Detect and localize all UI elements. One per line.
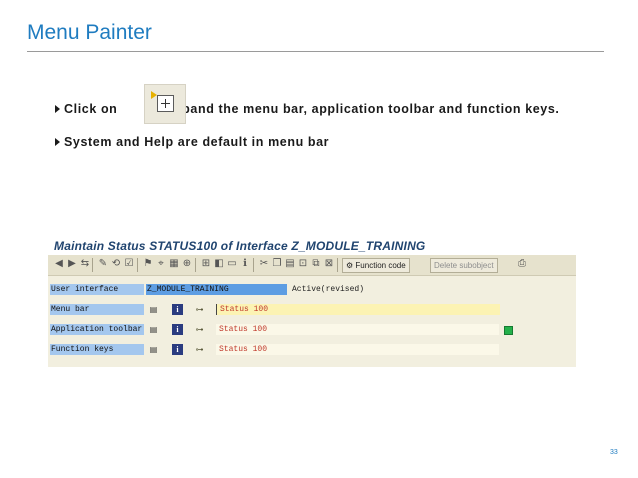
list-icon[interactable]: ▤ bbox=[148, 324, 159, 335]
page-number: 33 bbox=[610, 449, 618, 456]
back-arrow-icon[interactable]: ◀ bbox=[53, 258, 65, 270]
row-user-interface: User interface Z_MODULE_TRAINING Active(… bbox=[48, 284, 576, 296]
application-toolbar-label: Application toolbar bbox=[50, 324, 144, 335]
copy-icon[interactable]: ❐ bbox=[271, 258, 283, 270]
status-indicator-icon bbox=[504, 326, 513, 335]
slide-title: Menu Painter bbox=[27, 21, 152, 44]
activate-icon[interactable]: ⚑ bbox=[142, 258, 154, 270]
display-object-icon[interactable]: ◧ bbox=[213, 258, 225, 270]
title-divider bbox=[27, 51, 604, 52]
bullet-1-post: to expand the menu bar, application tool… bbox=[150, 102, 560, 116]
frame-icon[interactable]: ▭ bbox=[226, 258, 238, 270]
hierarchy-icon[interactable]: ⊶ bbox=[194, 344, 205, 355]
menu-bar-status-field[interactable]: Status 100 bbox=[216, 304, 500, 315]
insert-entry-icon[interactable]: ⧉ bbox=[310, 258, 322, 270]
menu-bar-label: Menu bar bbox=[50, 304, 144, 315]
hierarchy-icon[interactable]: ⊶ bbox=[194, 324, 205, 335]
info-icon[interactable]: i bbox=[172, 324, 183, 335]
function-keys-status-field[interactable]: Status 100 bbox=[216, 344, 499, 355]
paste-icon[interactable]: ▤ bbox=[284, 258, 296, 270]
delete-subobject-button[interactable]: Delete subobject bbox=[430, 258, 498, 273]
function-keys-label: Function keys bbox=[50, 344, 144, 355]
expand-icon[interactable] bbox=[144, 84, 186, 124]
sap-status-panel: ◀ ▶ ⇆ ✎ ⟲ ☑ ⚑ ⌖ ▦ ⊕ ⊞ ◧ ▭ ℹ ✂ ❐ ▤ ⊡ ⧉ ⊠ … bbox=[48, 255, 576, 367]
info-icon[interactable]: i bbox=[172, 344, 183, 355]
interface-state: Active(revised) bbox=[292, 285, 365, 294]
hierarchy-icon[interactable]: ⊞ bbox=[200, 258, 212, 270]
print-icon[interactable]: ⎙ bbox=[516, 258, 528, 270]
insert-icon[interactable]: ⊡ bbox=[297, 258, 309, 270]
list-icon[interactable]: ▤ bbox=[148, 304, 159, 315]
list-icon[interactable]: ▤ bbox=[148, 344, 159, 355]
row-menu-bar: Menu bar ▤ i ⊶ Status 100 bbox=[48, 304, 576, 316]
hierarchy-icon[interactable]: ⊶ bbox=[194, 304, 205, 315]
object-list-icon[interactable]: ▦ bbox=[168, 258, 180, 270]
sap-screen-title: Maintain Status STATUS100 of Interface Z… bbox=[54, 239, 426, 253]
bullet-click-expand: Click on to expand the menu bar, applicat… bbox=[55, 102, 565, 116]
row-function-keys: Function keys ▤ i ⊶ Status 100 bbox=[48, 344, 576, 356]
application-toolbar-status-field[interactable]: Status 100 bbox=[216, 324, 499, 335]
navigation-icon[interactable]: ⊕ bbox=[181, 258, 193, 270]
active-inactive-icon[interactable]: ⟲ bbox=[110, 258, 122, 270]
bullet-1-pre: Click on bbox=[64, 102, 118, 116]
where-used-icon[interactable]: ⌖ bbox=[155, 258, 167, 270]
forward-arrow-icon[interactable]: ▶ bbox=[66, 258, 78, 270]
delete-entry-icon[interactable]: ⊠ bbox=[323, 258, 335, 270]
bullet-system-help: System and Help are default in menu bar bbox=[55, 135, 329, 149]
bullet-2-text: System and Help are default in menu bar bbox=[64, 135, 330, 149]
cut-icon[interactable]: ✂ bbox=[258, 258, 270, 270]
expand-arrow-icon bbox=[151, 91, 157, 99]
row-application-toolbar: Application toolbar ▤ i ⊶ Status 100 bbox=[48, 324, 576, 336]
interface-name-field[interactable]: Z_MODULE_TRAINING bbox=[146, 284, 287, 295]
bullet-triangle-icon bbox=[55, 138, 60, 146]
other-object-icon[interactable]: ⇆ bbox=[79, 258, 91, 270]
check-icon[interactable]: ☑ bbox=[123, 258, 135, 270]
display-change-icon[interactable]: ✎ bbox=[97, 258, 109, 270]
info-icon[interactable]: ℹ bbox=[239, 258, 251, 270]
function-code-icon: ⚙ bbox=[346, 261, 354, 270]
info-icon[interactable]: i bbox=[172, 304, 183, 315]
user-interface-label: User interface bbox=[50, 284, 144, 295]
function-code-button[interactable]: ⚙ Function code bbox=[342, 258, 410, 273]
sap-application-toolbar: ◀ ▶ ⇆ ✎ ⟲ ☑ ⚑ ⌖ ▦ ⊕ ⊞ ◧ ▭ ℹ ✂ ❐ ▤ ⊡ ⧉ ⊠ … bbox=[48, 255, 576, 276]
bullet-triangle-icon bbox=[55, 105, 60, 113]
